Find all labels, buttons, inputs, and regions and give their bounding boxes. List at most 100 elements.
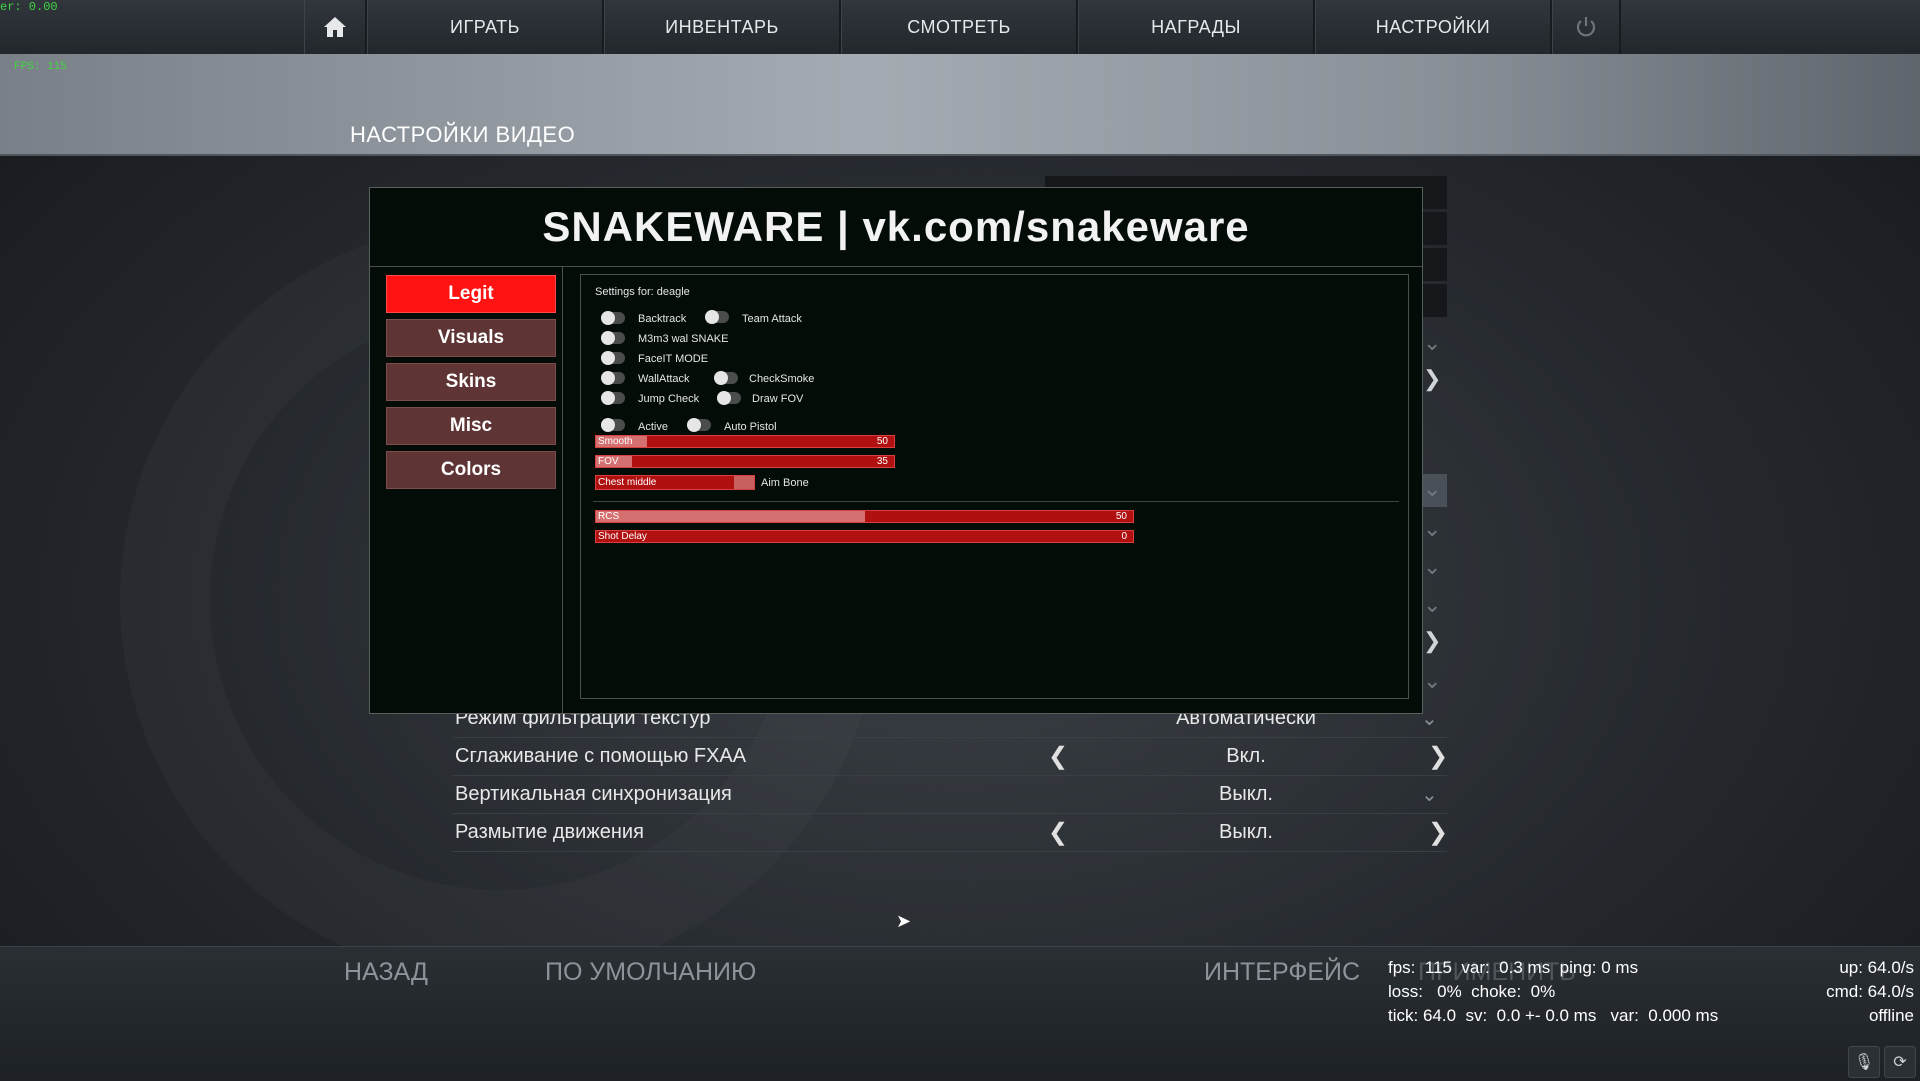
default-button[interactable]: ПО УМОЛЧАНИЮ (545, 958, 756, 987)
tab-legit[interactable]: Legit (386, 275, 556, 313)
setting-row-fxaa[interactable]: Сглаживание с помощью FXAA ❮ Вкл. ❯ (453, 738, 1448, 776)
checksmoke-label: CheckSmoke (749, 373, 815, 385)
faceit-label: FaceIT MODE (638, 353, 709, 365)
net-graph-right: up: 64.0/s cmd: 64.0/s offline (1826, 956, 1914, 1028)
setting-value: Выкл. (1219, 821, 1273, 843)
arrow-right-icon[interactable]: ❯ (1428, 818, 1448, 847)
backtrack-toggle[interactable] (601, 311, 625, 325)
nav-play[interactable]: ИГРАТЬ (367, 0, 604, 54)
setting-label: Сглаживание с помощью FXAA (455, 745, 747, 767)
drawfov-label: Draw FOV (752, 393, 804, 405)
tab-visuals[interactable]: Visuals (386, 319, 556, 357)
nav-inventory[interactable]: ИНВЕНТАРЬ (604, 0, 841, 54)
mouse-cursor-icon: ➤ (896, 911, 912, 931)
power-button[interactable] (1552, 0, 1621, 54)
setting-value: Вкл. (1226, 745, 1266, 767)
panel-divider (593, 501, 1399, 502)
home-icon (324, 17, 346, 37)
aim-bone-label: Aim Bone (761, 477, 809, 489)
arrow-right-icon[interactable]: ❯ (1428, 742, 1448, 771)
active-label: Active (638, 421, 668, 433)
interface-button[interactable]: ИНТЕРФЕЙС (1204, 958, 1360, 987)
m3m3-label: M3m3 wal SNAKE (638, 333, 729, 345)
tab-colors[interactable]: Colors (386, 451, 556, 489)
chevron-right-icon[interactable]: ❯ (1423, 366, 1441, 392)
chevron-down-icon[interactable]: ⌄ (1423, 330, 1441, 356)
active-toggle[interactable] (601, 418, 625, 432)
fov-slider[interactable]: FOV 35 (595, 455, 895, 468)
tab-misc[interactable]: Misc (386, 407, 556, 445)
cheat-menu-sidebar: Legit Visuals Skins Misc Colors (370, 267, 563, 713)
team-attack-label: Team Attack (742, 313, 802, 325)
settings-for-label: Settings for: deagle (595, 286, 690, 298)
smooth-slider[interactable]: Smooth 50 (595, 435, 895, 448)
chevron-down-icon[interactable]: ⌄ (1423, 592, 1441, 618)
chevron-down-icon[interactable] (734, 476, 754, 489)
setting-label: Вертикальная синхронизация (455, 783, 732, 805)
debug-fps: FPS: 115 (14, 61, 67, 73)
cheat-menu-window: SNAKEWARE | vk.com/snakeware Legit Visua… (369, 187, 1423, 714)
chevron-down-icon[interactable]: ⌄ (1421, 706, 1438, 731)
nav-watch[interactable]: СМОТРЕТЬ (841, 0, 1078, 54)
refresh-icon[interactable]: ⟳ (1884, 1046, 1916, 1078)
chevron-down-icon[interactable]: ⌄ (1423, 554, 1441, 580)
shot-delay-slider-name: Shot Delay (598, 531, 647, 542)
backtrack-label: Backtrack (638, 313, 687, 325)
setting-label: Размытие движения (455, 821, 644, 843)
smooth-slider-value: 50 (876, 436, 888, 447)
chevron-down-icon[interactable]: ⌄ (1423, 516, 1441, 542)
net-status: offline (1868, 1006, 1914, 1025)
aim-bone-selected: Chest middle (598, 477, 657, 488)
legit-settings-panel: Settings for: deagle Backtrack Team Atta… (580, 274, 1409, 699)
nav-rewards[interactable]: НАГРАДЫ (1078, 0, 1315, 54)
shot-delay-slider[interactable]: Shot Delay 0 (595, 530, 1134, 543)
home-button[interactable] (304, 0, 367, 54)
setting-row-motion-blur[interactable]: Размытие движения ❮ Выкл. ❯ (453, 814, 1448, 852)
drawfov-toggle[interactable] (717, 391, 741, 405)
chevron-down-icon[interactable]: ⌄ (1421, 782, 1438, 807)
rcs-slider-value: 50 (1115, 511, 1127, 522)
rcs-slider-name: RCS (598, 511, 620, 522)
jumpcheck-label: Jump Check (638, 393, 700, 405)
jumpcheck-toggle[interactable] (601, 391, 625, 405)
nav-settings[interactable]: НАСТРОЙКИ (1315, 0, 1552, 54)
smooth-slider-name: Smooth (598, 436, 633, 447)
net-up: up: 64.0/s (1839, 958, 1914, 977)
net-graph: fps: 115 var: 0.3 ms ping: 0 ms loss: 0% … (1388, 956, 1718, 1028)
aim-bone-select[interactable]: Chest middle (595, 475, 755, 490)
fov-slider-name: FOV (598, 456, 619, 467)
faceit-toggle[interactable] (601, 351, 625, 365)
shot-delay-slider-value: 0 (1121, 531, 1127, 542)
autopistol-toggle[interactable] (687, 418, 711, 432)
fov-slider-value: 35 (876, 456, 888, 467)
debug-timer: er: 0.00 (0, 0, 58, 14)
setting-value: Выкл. (1219, 783, 1273, 805)
checksmoke-toggle[interactable] (714, 371, 738, 385)
cheat-menu-title: SNAKEWARE | vk.com/snakeware (370, 188, 1422, 267)
power-icon (1576, 17, 1596, 37)
net-graph-line: fps: 115 var: 0.3 ms ping: 0 ms (1388, 958, 1639, 977)
header-band (0, 54, 1920, 156)
top-nav-bar: ИГРАТЬ ИНВЕНТАРЬ СМОТРЕТЬ НАГРАДЫ НАСТРО… (0, 0, 1920, 55)
net-graph-line: tick: 64.0 sv: 0.0 +- 0.0 ms var: 0.000 … (1388, 1006, 1719, 1025)
chevron-right-icon[interactable]: ❯ (1423, 628, 1441, 654)
setting-row-vsync[interactable]: Вертикальная синхронизация Выкл. ⌄ (453, 776, 1447, 814)
microphone-icon[interactable]: 🎙 (1848, 1046, 1880, 1078)
arrow-left-icon[interactable]: ❮ (1048, 742, 1068, 771)
net-cmd: cmd: 64.0/s (1826, 982, 1914, 1001)
page-title: НАСТРОЙКИ ВИДЕО (350, 122, 576, 147)
net-graph-line: loss: 0% choke: 0% (1388, 982, 1556, 1001)
main-nav: ИГРАТЬ ИНВЕНТАРЬ СМОТРЕТЬ НАГРАДЫ НАСТРО… (304, 0, 1621, 54)
autopistol-label: Auto Pistol (724, 421, 777, 433)
rcs-slider[interactable]: RCS 50 (595, 510, 1134, 523)
chevron-down-icon[interactable]: ⌄ (1423, 476, 1441, 502)
wallattack-toggle[interactable] (601, 371, 625, 385)
wallattack-label: WallAttack (638, 373, 690, 385)
rcs-slider-fill (596, 511, 865, 522)
chevron-down-icon[interactable]: ⌄ (1423, 668, 1441, 694)
arrow-left-icon[interactable]: ❮ (1048, 818, 1068, 847)
tab-skins[interactable]: Skins (386, 363, 556, 401)
back-button[interactable]: НАЗАД (344, 958, 428, 987)
team-attack-toggle[interactable] (705, 310, 729, 324)
m3m3-toggle[interactable] (601, 331, 625, 345)
